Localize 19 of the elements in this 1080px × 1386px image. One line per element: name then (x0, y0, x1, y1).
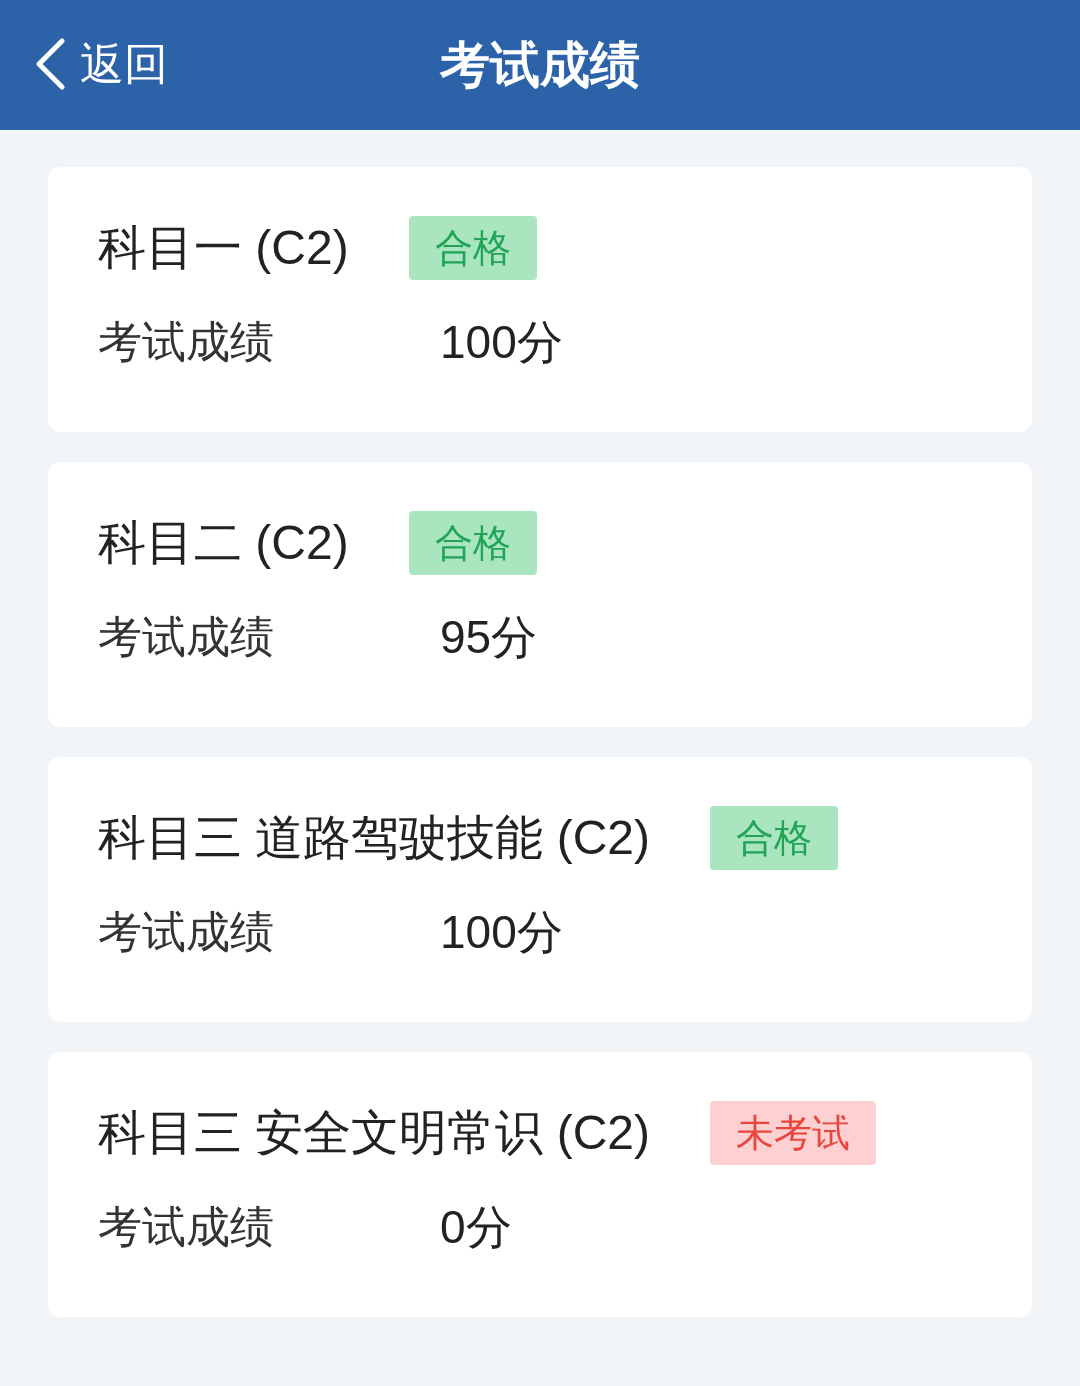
page-title: 考试成绩 (440, 40, 640, 90)
score-value: 0分 (440, 1204, 512, 1250)
back-button[interactable]: 返回 (34, 38, 168, 90)
subject-title: 科目三 道路驾驶技能 (C2) (98, 814, 650, 862)
chevron-left-icon (34, 38, 66, 90)
score-value: 100分 (440, 909, 563, 955)
subject-title: 科目三 安全文明常识 (C2) (98, 1109, 650, 1157)
score-value: 95分 (440, 614, 538, 660)
score-label: 考试成绩 (98, 910, 275, 954)
score-label: 考试成绩 (98, 615, 275, 659)
status-badge: 合格 (710, 806, 838, 870)
status-badge: 合格 (408, 511, 537, 575)
status-badge: 合格 (408, 216, 537, 280)
score-label: 考试成绩 (98, 320, 275, 364)
subject-title: 科目一 (C2) (98, 224, 349, 272)
score-value: 100分 (440, 319, 563, 365)
status-badge: 未考试 (710, 1101, 876, 1165)
score-label: 考试成绩 (98, 1205, 275, 1249)
subject-title: 科目二 (C2) (98, 519, 349, 567)
